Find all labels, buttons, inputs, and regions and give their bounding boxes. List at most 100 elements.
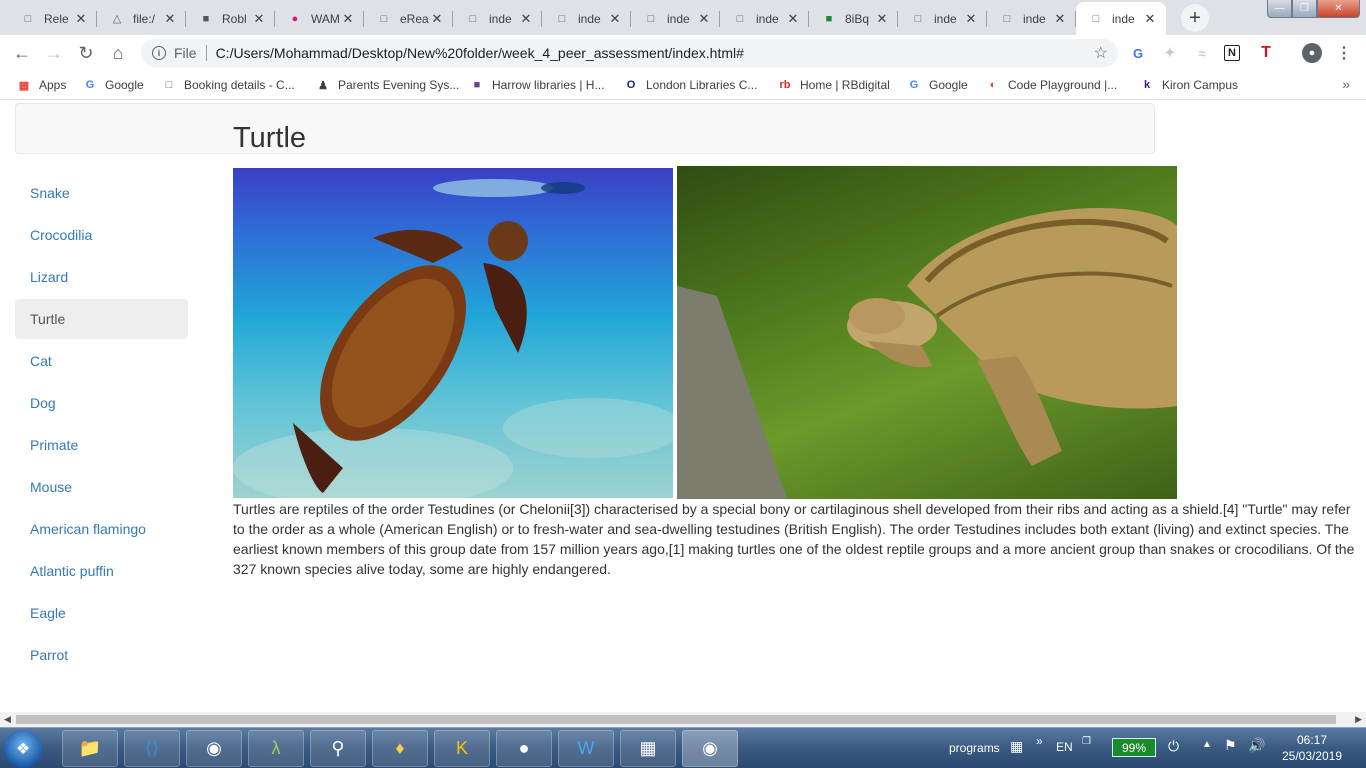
nav-link-dog[interactable]: Dog [15, 383, 188, 423]
scrollbar-thumb[interactable] [16, 715, 1336, 724]
database-tray-icon[interactable]: ▦ [1010, 738, 1023, 755]
cat-app-taskbar-icon[interactable]: ● [496, 730, 552, 767]
nav-link-crocodilia[interactable]: Crocodilia [15, 215, 188, 255]
k-app-taskbar-icon[interactable]: K [434, 730, 490, 767]
bookmark-item[interactable]: O London Libraries C... [623, 76, 758, 94]
puzzle-extension-icon[interactable]: ✦ [1160, 43, 1180, 63]
chrome-dev-taskbar-icon[interactable]: ◉ [186, 730, 242, 767]
nav-link-lizard[interactable]: Lizard [15, 257, 188, 297]
close-window-button[interactable]: ✕ [1317, 0, 1360, 18]
scroll-right-icon[interactable]: ▶ [1355, 714, 1362, 725]
bookmark-item[interactable]: ▦ Apps [16, 76, 67, 94]
minimize-button[interactable]: — [1267, 0, 1292, 18]
nav-link-atlantic-puffin[interactable]: Atlantic puffin [15, 551, 188, 591]
profile-avatar-icon[interactable]: ● [1302, 43, 1322, 63]
tab-close-icon[interactable]: ✕ [340, 11, 356, 27]
tab-title: file:/ [133, 11, 156, 26]
apps-grid-icon: ▦ [18, 79, 30, 92]
archive-taskbar-icon[interactable]: ▦ [620, 730, 676, 767]
tab-close-icon[interactable]: ✕ [785, 11, 801, 27]
page-icon: □ [165, 79, 173, 91]
nav-link-eagle[interactable]: Eagle [15, 593, 188, 633]
browser-tab[interactable]: □ inde ✕ [987, 2, 1076, 35]
python-taskbar-icon[interactable]: ♦ [372, 730, 428, 767]
search-tool-taskbar-icon[interactable]: ⚲ [310, 730, 366, 767]
nav-link-mouse[interactable]: Mouse [15, 467, 188, 507]
browser-tab[interactable]: □ inde ✕ [898, 2, 987, 35]
nav-link-american-flamingo[interactable]: American flamingo [15, 509, 188, 549]
show-hidden-icons-icon[interactable]: ▲ [1202, 739, 1212, 750]
tab-close-icon[interactable]: ✕ [429, 11, 445, 27]
browser-tab[interactable]: ■ Robl ✕ [186, 2, 275, 35]
new-tab-button[interactable]: + [1181, 4, 1209, 32]
browser-tab[interactable]: □ inde ✕ [542, 2, 631, 35]
browser-tab[interactable]: ● WAM ✕ [275, 2, 364, 35]
lambda-app-taskbar-icon[interactable]: λ [248, 730, 304, 767]
browser-tab[interactable]: □ inde ✕ [1076, 2, 1166, 35]
tab-close-icon[interactable]: ✕ [963, 11, 979, 27]
tab-close-icon[interactable]: ✕ [251, 11, 267, 27]
tray-expand-icon[interactable]: » [1036, 734, 1043, 748]
browser-tab[interactable]: □ Rele ✕ [8, 2, 97, 35]
translate-extension-icon[interactable]: G [1128, 43, 1148, 63]
volume-icon[interactable]: 🔊 [1248, 737, 1265, 754]
tab-close-icon[interactable]: ✕ [1052, 11, 1068, 27]
t-extension-icon[interactable]: T [1256, 43, 1276, 63]
back-button[interactable]: ← [8, 39, 36, 67]
tab-close-icon[interactable]: ✕ [518, 11, 534, 27]
start-button[interactable]: ❖ [4, 730, 42, 768]
system-clock[interactable]: 06:17 25/03/2019 [1272, 732, 1352, 764]
tab-close-icon[interactable]: ✕ [696, 11, 712, 27]
browser-tab[interactable]: ■ 8iBq ✕ [809, 2, 898, 35]
chrome-taskbar-icon[interactable]: ◉ [682, 730, 738, 767]
browser-tab[interactable]: □ inde ✕ [720, 2, 809, 35]
tab-close-icon[interactable]: ✕ [1142, 11, 1158, 27]
notification-flag-icon[interactable]: ⚑ [1224, 737, 1237, 754]
restore-tray-icon[interactable]: ❐ [1082, 736, 1091, 747]
bookmark-item[interactable]: ♟ Parents Evening Sys... [315, 76, 459, 94]
tab-title: inde [489, 11, 512, 26]
forward-button[interactable]: → [40, 39, 68, 67]
bookmarks-overflow-icon[interactable]: » [1342, 76, 1350, 92]
tab-close-icon[interactable]: ✕ [162, 11, 178, 27]
nav-link-primate[interactable]: Primate [15, 425, 188, 465]
horizontal-scrollbar[interactable]: ◀ ▶ [0, 712, 1366, 727]
address-bar[interactable]: i File C:/Users/Mohammad/Desktop/New%20f… [141, 39, 1118, 67]
tab-close-icon[interactable]: ✕ [874, 11, 890, 27]
nav-link-parrot[interactable]: Parrot [15, 635, 188, 675]
nav-link-turtle[interactable]: Turtle [15, 299, 188, 339]
info-icon[interactable]: i [152, 46, 166, 60]
nav-link-snake[interactable]: Snake [15, 173, 188, 213]
wave-extension-icon[interactable]: ≈ [1192, 43, 1212, 63]
home-button[interactable]: ⌂ [104, 39, 132, 67]
taskbar: ❖ 📁 ⟨⟩ ◉ λ ⚲ ♦ K ● W ▦ ◉ programs ▦ » EN… [0, 727, 1366, 768]
menu-kebab-icon[interactable]: ⋮ [1334, 43, 1354, 63]
address-url[interactable]: C:/Users/Mohammad/Desktop/New%20folder/w… [216, 45, 1094, 61]
tab-close-icon[interactable]: ✕ [73, 11, 89, 27]
reload-button[interactable]: ↻ [72, 39, 100, 67]
bookmark-item[interactable]: k Kiron Campus [1139, 76, 1238, 94]
scroll-left-icon[interactable]: ◀ [4, 714, 11, 725]
w-app-taskbar-icon[interactable]: W [558, 730, 614, 767]
bookmark-item[interactable]: □ Booking details - C... [161, 76, 295, 94]
browser-tab[interactable]: □ inde ✕ [631, 2, 720, 35]
language-indicator[interactable]: EN [1056, 740, 1073, 754]
bookmark-item[interactable]: ◐ Code Playground |... [985, 76, 1118, 94]
browser-tab[interactable]: △ file:/ ✕ [97, 2, 186, 35]
bookmark-item[interactable]: G Google [906, 76, 968, 94]
bookmark-item[interactable]: ■ Harrow libraries | H... [469, 76, 605, 94]
nav-link-cat[interactable]: Cat [15, 341, 188, 381]
browser-tab[interactable]: □ eRea ✕ [364, 2, 453, 35]
maximize-button[interactable]: ❐ [1292, 0, 1317, 18]
bookmark-item[interactable]: rb Home | RBdigital [777, 76, 890, 94]
battery-indicator[interactable]: 99% [1112, 738, 1156, 757]
tray-programs-label[interactable]: programs [949, 741, 1000, 755]
notion-extension-icon[interactable]: N [1224, 45, 1240, 61]
vscode-taskbar-icon[interactable]: ⟨⟩ [124, 730, 180, 767]
bookmark-item[interactable]: G Google [82, 76, 144, 94]
browser-tab[interactable]: □ inde ✕ [453, 2, 542, 35]
bookmark-star-icon[interactable]: ☆ [1094, 43, 1108, 63]
power-plug-icon[interactable]: ⏻ [1168, 738, 1179, 755]
file-explorer-taskbar-icon[interactable]: 📁 [62, 730, 118, 767]
tab-close-icon[interactable]: ✕ [607, 11, 623, 27]
